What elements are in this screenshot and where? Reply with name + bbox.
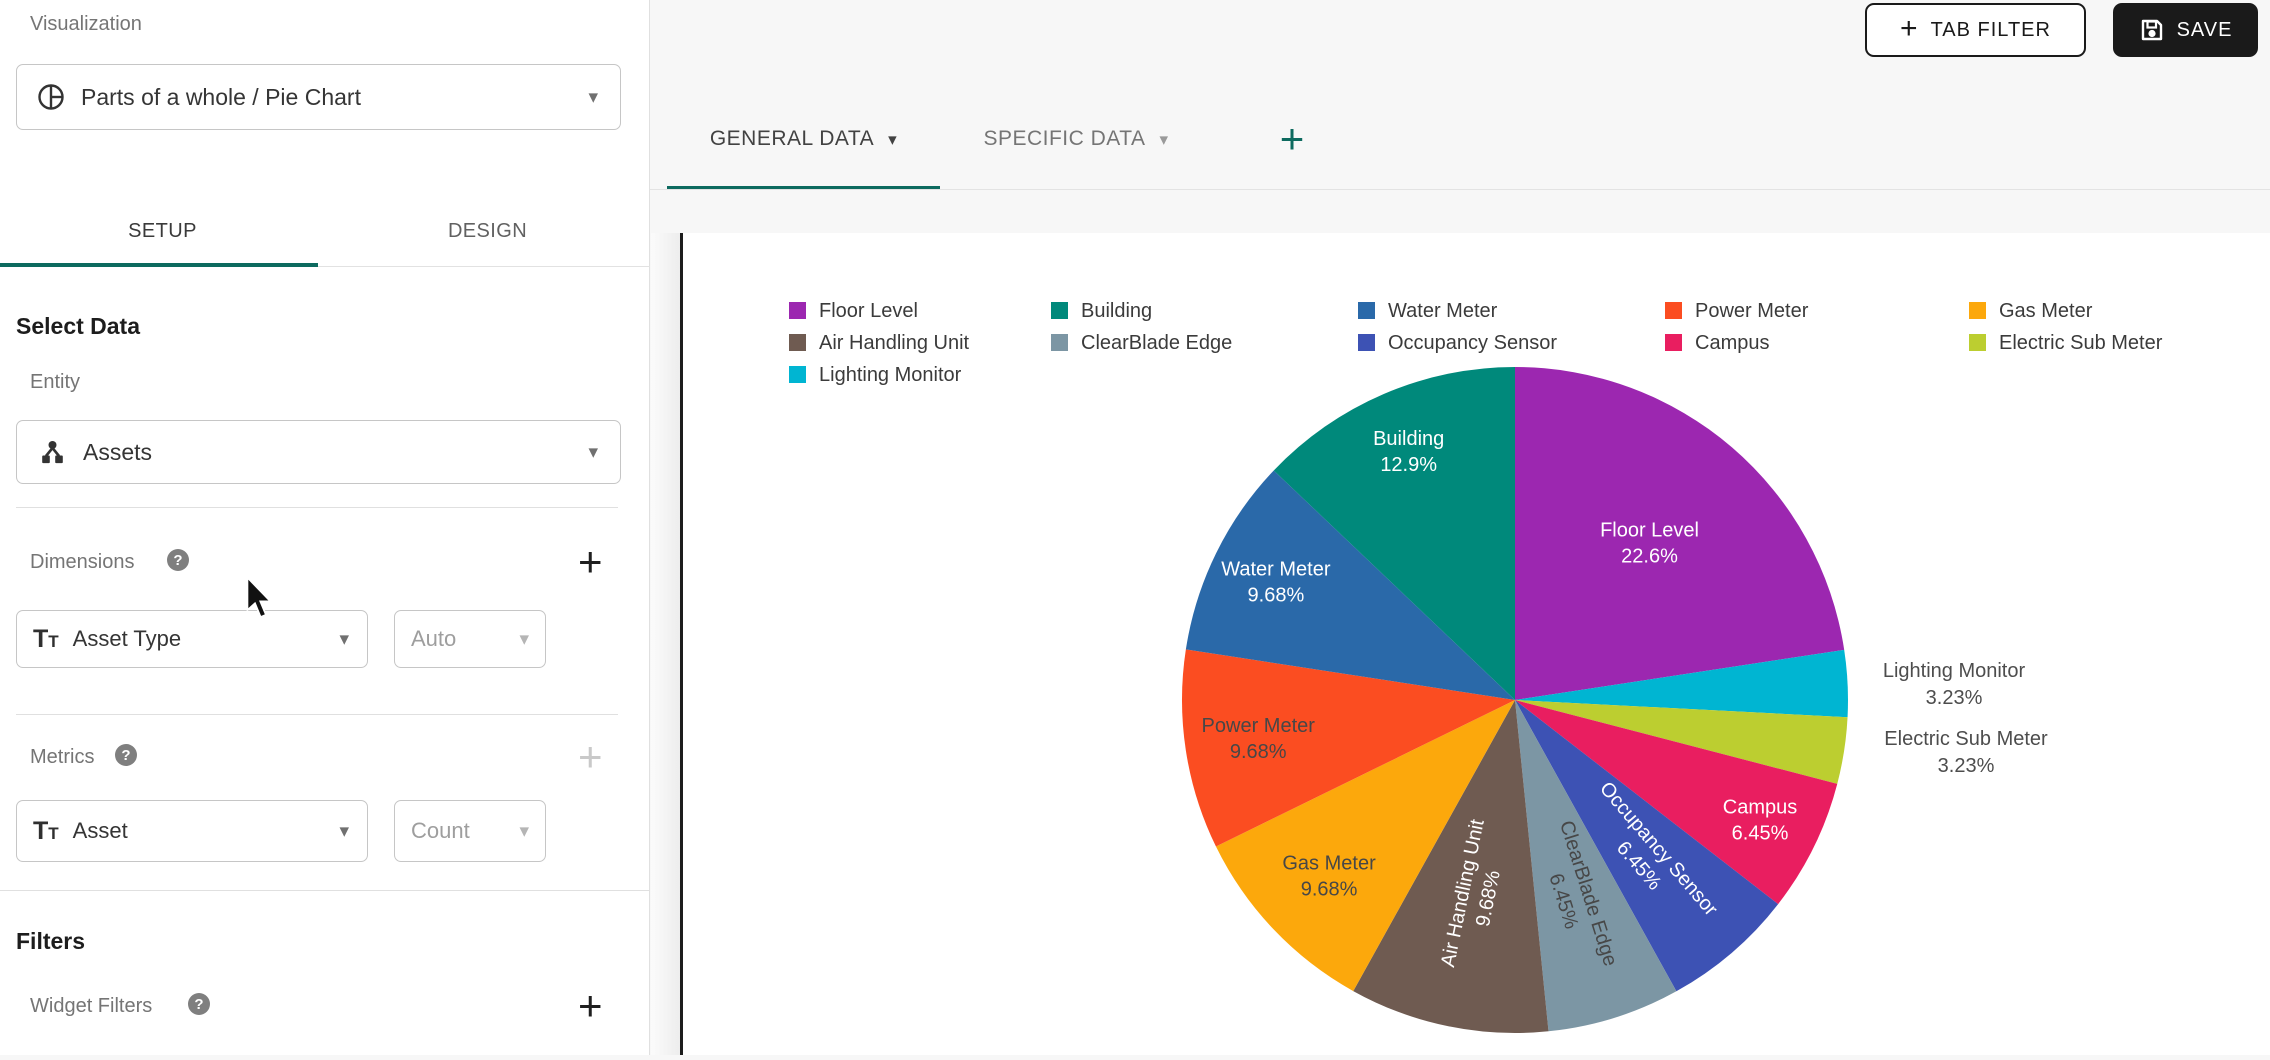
- pie-chart: Floor Level Building Water Meter Power Mete…: [683, 233, 2270, 1055]
- legend-item-lighting-monitor[interactable]: Lighting Monitor: [789, 364, 962, 386]
- legend-item-power-meter[interactable]: Power Meter: [1665, 300, 1809, 322]
- divider: [16, 714, 618, 715]
- add-widget-filter-button[interactable]: +: [578, 985, 603, 1027]
- entity-label: Entity: [30, 371, 80, 394]
- filters-heading: Filters: [16, 928, 85, 955]
- legend-swatch: [1665, 302, 1682, 319]
- legend-label: Gas Meter: [1999, 300, 2093, 322]
- dimension-mode-select[interactable]: Auto ▾: [394, 610, 546, 668]
- add-dimension-button[interactable]: +: [578, 541, 603, 583]
- dimension-field-value: Asset Type: [73, 626, 181, 652]
- legend-item-floor-level[interactable]: Floor Level: [789, 300, 918, 322]
- metric-field-value: Asset: [73, 818, 128, 844]
- help-icon[interactable]: ?: [115, 744, 137, 766]
- visualization-select[interactable]: Parts of a whole / Pie Chart ▾: [16, 64, 621, 130]
- divider: [0, 890, 650, 891]
- legend-swatch: [1665, 334, 1682, 351]
- metric-agg-value: Count: [411, 818, 470, 844]
- tab-setup[interactable]: SETUP: [0, 196, 325, 266]
- floppy-disk-icon: [2139, 17, 2165, 43]
- pie-chart-icon: [35, 81, 67, 113]
- metric-agg-select[interactable]: Count ▾: [394, 800, 546, 862]
- legend-item-occupancy-sensor[interactable]: Occupancy Sensor: [1358, 332, 1557, 354]
- config-sidebar: Visualization Parts of a whole / Pie Cha…: [0, 0, 650, 1055]
- legend-label: Campus: [1695, 332, 1769, 354]
- pie-slices: [1182, 367, 1848, 1033]
- chevron-down-icon: ▾: [519, 630, 529, 649]
- save-label: SAVE: [2177, 19, 2233, 42]
- legend-item-building[interactable]: Building: [1051, 300, 1152, 322]
- entity-select[interactable]: Assets ▾: [16, 420, 621, 484]
- tabstrip-border: [650, 189, 2270, 190]
- plus-icon: +: [1900, 12, 1919, 46]
- legend-swatch: [1969, 302, 1986, 319]
- dimensions-label: Dimensions: [30, 551, 134, 574]
- add-metric-button: +: [578, 736, 603, 778]
- chevron-down-icon: ▾: [1160, 131, 1169, 148]
- add-tab-button[interactable]: +: [1252, 92, 1332, 186]
- legend-swatch: [1969, 334, 1986, 351]
- legend-label: Electric Sub Meter: [1999, 332, 2163, 354]
- tab-design[interactable]: DESIGN: [325, 196, 650, 266]
- select-data-heading: Select Data: [16, 313, 140, 340]
- visualization-value: Parts of a whole / Pie Chart: [81, 84, 361, 111]
- slice-label-lighting-monitor: Lighting Monitor3.23%: [1883, 660, 2026, 709]
- divider: [16, 507, 618, 508]
- legend-swatch: [1358, 334, 1375, 351]
- tab-specific-data[interactable]: SPECIFIC DATA ▾: [942, 92, 1210, 186]
- text-type-icon: TT: [33, 625, 59, 654]
- tab-general-data-label: GENERAL DATA: [710, 127, 874, 151]
- legend-label: Lighting Monitor: [819, 364, 962, 386]
- legend-label: Air Handling Unit: [819, 332, 970, 354]
- legend-swatch: [1051, 334, 1068, 351]
- legend-label: Power Meter: [1695, 300, 1809, 322]
- legend-item-air-handling-unit[interactable]: Air Handling Unit: [789, 332, 970, 354]
- chevron-down-icon: ▾: [339, 822, 349, 841]
- dimension-field-select[interactable]: TT Asset Type ▾: [16, 610, 368, 668]
- legend-swatch: [789, 302, 806, 319]
- tab-filter-label: TAB FILTER: [1931, 19, 2051, 42]
- hierarchy-icon: [37, 437, 67, 467]
- metric-field-select[interactable]: TT Asset ▾: [16, 800, 368, 862]
- tab-general-data[interactable]: GENERAL DATA ▾: [667, 92, 940, 186]
- chevron-down-icon: ▾: [888, 131, 897, 148]
- slice-label-electric-sub-meter: Electric Sub Meter3.23%: [1884, 728, 2048, 777]
- chevron-down-icon: ▾: [588, 88, 598, 107]
- chevron-down-icon: ▾: [519, 822, 529, 841]
- entity-value: Assets: [83, 439, 152, 466]
- legend-item-clearblade-edge[interactable]: ClearBlade Edge: [1051, 332, 1232, 354]
- tab-filter-button[interactable]: + TAB FILTER: [1865, 3, 2086, 57]
- save-button[interactable]: SAVE: [2113, 3, 2258, 57]
- legend-swatch: [1051, 302, 1068, 319]
- metrics-label: Metrics: [30, 746, 94, 769]
- legend-label: ClearBlade Edge: [1081, 332, 1232, 354]
- legend-item-electric-sub-meter[interactable]: Electric Sub Meter: [1969, 332, 2163, 354]
- legend-label: Water Meter: [1388, 300, 1498, 322]
- legend-swatch: [789, 366, 806, 383]
- legend-swatch: [1358, 302, 1375, 319]
- panel-gap: [651, 233, 680, 1055]
- visualization-label: Visualization: [30, 13, 142, 36]
- pie-chart-widget: Floor Level Building Water Meter Power Mete…: [680, 233, 2270, 1055]
- legend-label: Floor Level: [819, 300, 918, 322]
- tab-specific-data-label: SPECIFIC DATA: [983, 127, 1145, 151]
- legend-label: Occupancy Sensor: [1388, 332, 1557, 354]
- widget-filters-label: Widget Filters: [30, 995, 152, 1018]
- chevron-down-icon: ▾: [339, 630, 349, 649]
- legend-swatch: [789, 334, 806, 351]
- help-icon[interactable]: ?: [167, 549, 189, 571]
- legend-item-campus[interactable]: Campus: [1665, 332, 1769, 354]
- text-type-icon: TT: [33, 817, 59, 846]
- active-tab-underline: [0, 263, 318, 267]
- chevron-down-icon: ▾: [588, 443, 598, 462]
- sidebar-tabbar: SETUP DESIGN: [0, 196, 650, 267]
- legend-label: Building: [1081, 300, 1152, 322]
- dimension-mode-value: Auto: [411, 626, 456, 652]
- legend-item-water-meter[interactable]: Water Meter: [1358, 300, 1498, 322]
- legend-item-gas-meter[interactable]: Gas Meter: [1969, 300, 2093, 322]
- help-icon[interactable]: ?: [188, 993, 210, 1015]
